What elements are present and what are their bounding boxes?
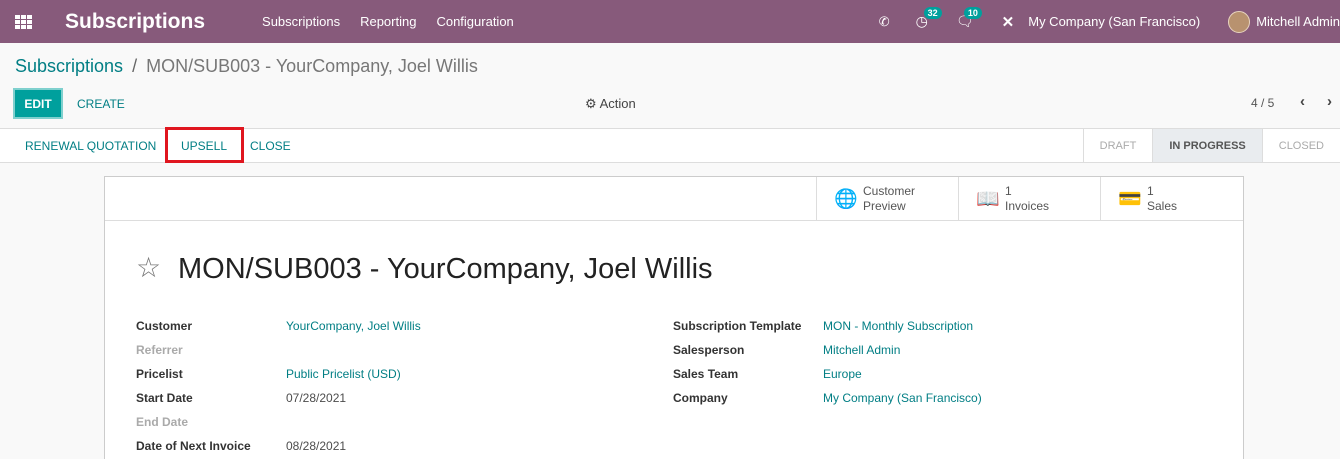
salesperson-label: Salesperson xyxy=(673,343,745,357)
customer-preview-button[interactable]: 🌐 Customer Preview xyxy=(816,177,958,220)
salesperson-value[interactable]: Mitchell Admin xyxy=(823,343,900,357)
app-brand[interactable]: Subscriptions xyxy=(65,10,205,34)
subscription-template-label: Subscription Template xyxy=(673,319,802,333)
breadcrumb: Subscriptions / MON/SUB003 - YourCompany… xyxy=(15,56,478,77)
pricelist-label: Pricelist xyxy=(136,367,183,381)
menu-configuration[interactable]: Configuration xyxy=(436,14,513,29)
sales-count: 1 xyxy=(1147,183,1154,198)
stage-closed[interactable]: CLOSED xyxy=(1261,129,1340,162)
next-invoice-date-value: 08/28/2021 xyxy=(286,439,347,453)
close-button[interactable]: CLOSE xyxy=(250,139,291,153)
stage-pipeline: DRAFT IN PROGRESS CLOSED xyxy=(1082,129,1340,162)
activity-menu[interactable]: ◷ 32 xyxy=(916,7,942,30)
company-switcher[interactable]: My Company (San Francisco) xyxy=(1028,14,1200,29)
company-label: Company xyxy=(673,391,728,405)
gear-icon: ⚙ xyxy=(585,96,597,111)
breadcrumb-parent[interactable]: Subscriptions xyxy=(15,56,123,76)
start-date-value: 07/28/2021 xyxy=(286,391,347,405)
sales-team-value[interactable]: Europe xyxy=(823,367,862,381)
credit-card-icon: 💳 xyxy=(1118,188,1142,210)
top-navbar: Subscriptions Subscriptions Reporting Co… xyxy=(0,0,1340,43)
sales-team-label: Sales Team xyxy=(673,367,739,381)
globe-icon: 🌐 xyxy=(834,188,858,210)
company-value[interactable]: My Company (San Francisco) xyxy=(823,391,982,405)
action-menu[interactable]: ⚙ Action xyxy=(585,96,636,112)
stage-in-progress[interactable]: IN PROGRESS xyxy=(1152,129,1262,162)
customer-value[interactable]: YourCompany, Joel Willis xyxy=(286,319,421,333)
invoices-button[interactable]: 📖 1 Invoices xyxy=(958,177,1100,220)
navbar-systray: ✆ ◷ 32 🗨 10 ✕ My Company (San Francisco)… xyxy=(879,0,1340,43)
stage-draft[interactable]: DRAFT xyxy=(1082,129,1153,162)
subscription-template-value[interactable]: MON - Monthly Subscription xyxy=(823,319,973,333)
apps-grid-icon[interactable] xyxy=(15,14,32,29)
start-date-label: Start Date xyxy=(136,391,193,405)
customer-preview-line2: Preview xyxy=(863,198,906,213)
form-statusbar: RENEWAL QUOTATION UPSELL CLOSE DRAFT IN … xyxy=(0,127,1340,163)
customer-preview-line1: Customer xyxy=(863,183,916,198)
invoices-count: 1 xyxy=(1005,183,1012,198)
breadcrumb-current: MON/SUB003 - YourCompany, Joel Willis xyxy=(146,56,478,76)
next-invoice-date-label: Date of Next Invoice xyxy=(136,439,251,453)
menu-reporting[interactable]: Reporting xyxy=(360,14,416,29)
invoices-label: Invoices xyxy=(1005,198,1050,213)
user-menu[interactable]: Mitchell Admin xyxy=(1256,14,1340,29)
book-icon: 📖 xyxy=(976,188,1000,210)
messages-count-badge: 10 xyxy=(963,7,982,19)
action-label: Action xyxy=(599,96,636,111)
debug-tools-icon[interactable]: ✕ xyxy=(1002,13,1015,31)
chevron-right-icon[interactable]: › xyxy=(1327,93,1332,110)
main-menu: Subscriptions Reporting Configuration xyxy=(262,14,534,29)
edit-button[interactable]: EDIT xyxy=(13,88,63,119)
menu-subscriptions[interactable]: Subscriptions xyxy=(262,14,340,29)
referrer-label: Referrer xyxy=(136,343,183,357)
form-sheet: 🌐 Customer Preview 📖 1 Invoices 💳 1 Sale… xyxy=(104,176,1244,459)
breadcrumb-separator: / xyxy=(132,56,138,76)
pricelist-value[interactable]: Public Pricelist (USD) xyxy=(286,367,401,381)
star-icon[interactable]: ☆ xyxy=(136,251,161,284)
record-title: MON/SUB003 - YourCompany, Joel Willis xyxy=(178,253,713,285)
renewal-quotation-button[interactable]: RENEWAL QUOTATION xyxy=(25,139,156,153)
chevron-left-icon[interactable]: ‹ xyxy=(1300,93,1305,110)
create-button[interactable]: CREATE xyxy=(77,97,125,111)
pager-value[interactable]: 4 / 5 xyxy=(1251,96,1274,110)
user-avatar[interactable] xyxy=(1228,10,1251,33)
end-date-label: End Date xyxy=(136,415,189,429)
upsell-highlight xyxy=(165,127,244,163)
messaging-menu[interactable]: 🗨 10 xyxy=(956,7,982,30)
smart-button-box: 🌐 Customer Preview 📖 1 Invoices 💳 1 Sale… xyxy=(105,177,1243,221)
phone-icon[interactable]: ✆ xyxy=(879,14,890,30)
customer-label: Customer xyxy=(136,319,193,333)
sales-label: Sales xyxy=(1147,198,1178,213)
activity-count-badge: 32 xyxy=(923,7,942,19)
sales-button[interactable]: 💳 1 Sales xyxy=(1100,177,1242,220)
